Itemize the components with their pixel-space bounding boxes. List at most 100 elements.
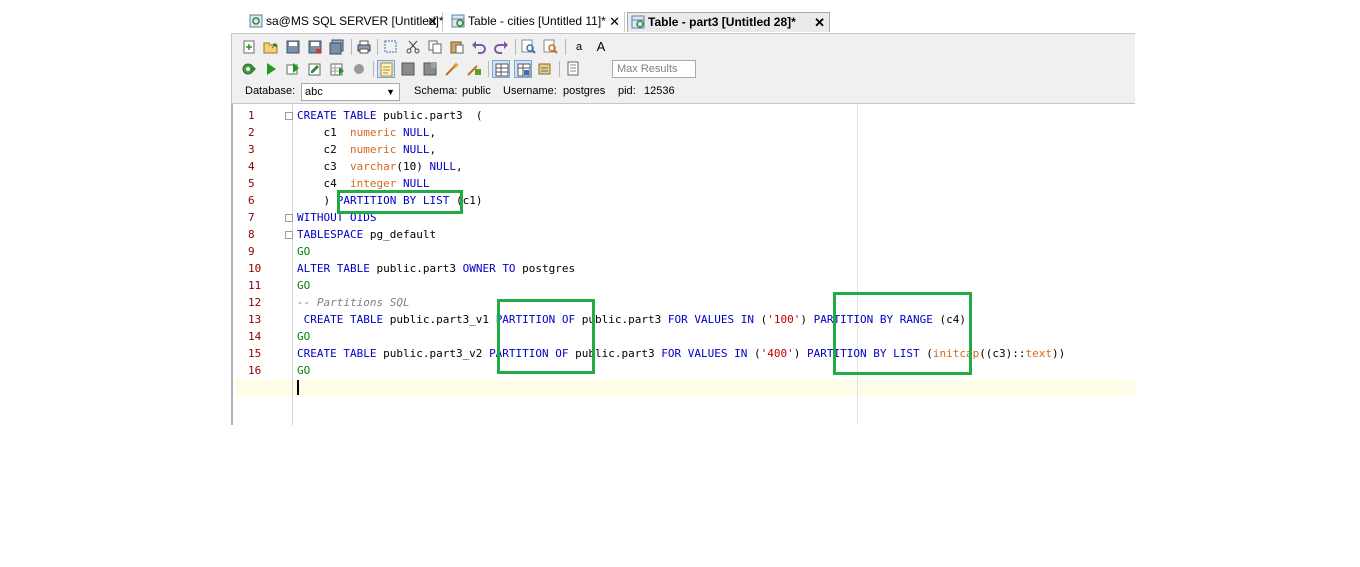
code-token: text [1025,347,1053,360]
code-token: , [429,143,437,156]
line-number: 13 [248,313,262,326]
comment-button[interactable] [465,60,483,78]
rollback-icon [423,62,437,76]
code-token: public.part3 [376,262,463,275]
code-token: NULL [402,126,430,139]
play-icon [267,63,276,75]
chevron-down-icon: ▼ [386,87,395,97]
tab-label: sa@MS SQL SERVER [Untitled]* [266,14,444,28]
open-file-button[interactable] [262,38,280,56]
line-number: 14 [248,330,262,343]
table-tab-icon [631,15,645,29]
database-label: Database: [245,85,296,97]
code-token: ) [793,347,807,360]
rollback-button[interactable] [421,60,439,78]
toolbar-separator [488,61,489,77]
code-token: , [455,160,463,173]
save-all-button[interactable] [328,38,346,56]
database-select[interactable]: abc ▼ [301,83,400,101]
pid-value: 12536 [644,85,675,97]
save-as-icon [308,40,322,54]
toolbar-separator [515,39,516,55]
execute-button[interactable] [262,60,280,78]
code-token: public.part3_v1 [389,313,496,326]
highlight-box-partition-by-list [337,190,463,214]
close-icon[interactable]: ✕ [427,12,438,31]
tab-table-part3[interactable]: Table - part3 [Untitled 28]* ✕ [627,12,830,32]
tab-bar: sa@MS SQL SERVER [Untitled]* ✕ Table - c… [231,0,1135,33]
undo-button[interactable] [470,38,488,56]
tab-table-cities[interactable]: Table - cities [Untitled 11]* ✕ [448,12,625,32]
tab-sql-server[interactable]: sa@MS SQL SERVER [Untitled]* ✕ [246,12,444,32]
grid-view-toggle[interactable] [492,60,510,78]
stop-button[interactable] [350,60,368,78]
code-token: TABLESPACE [297,228,364,241]
fold-toggle-icon[interactable] [285,231,293,239]
line-number: 16 [248,364,262,377]
font-smaller-button[interactable]: a [570,38,588,56]
line-number: 7 [248,211,255,224]
code-token: FOR VALUES IN [667,313,754,326]
undo-icon [472,41,486,54]
results-options-button[interactable] [564,60,582,78]
toolbar-separator [565,39,566,55]
line-number: 10 [248,262,262,275]
highlight-box-partition-by [833,292,972,375]
copy-icon [428,40,442,54]
line-number: 3 [248,143,255,156]
code-token: ( [753,313,768,326]
max-results-input[interactable]: Max Results [612,60,696,78]
copy-button[interactable] [426,38,444,56]
code-token: GO [297,279,311,292]
execute-step-button[interactable] [284,60,302,78]
code-token: NULL [402,143,430,156]
find-button[interactable] [520,38,538,56]
code-token: CREATE TABLE [297,313,390,326]
execute-grid-icon [330,63,344,76]
redo-icon [494,41,508,54]
paste-button[interactable] [448,38,466,56]
fold-toggle-icon[interactable] [285,214,293,222]
text-view-toggle[interactable] [514,60,532,78]
format-sql-button[interactable] [443,60,461,78]
select-all-button[interactable] [382,38,400,56]
redo-button[interactable] [492,38,510,56]
save-button[interactable] [284,38,302,56]
code-token: numeric [349,143,397,156]
results-panel-icon [380,62,393,77]
paste-icon [450,41,464,54]
new-file-icon [243,40,255,54]
execute-edit-icon [308,63,321,76]
print-icon [357,40,371,54]
execute-edit-button[interactable] [306,60,324,78]
code-line: GO [297,362,310,379]
code-token: ALTER TABLE [297,262,377,275]
execute-grid-button[interactable] [328,60,346,78]
code-token: -- Partitions SQL [297,296,410,309]
code-token: NULL [429,160,456,173]
commit-button[interactable] [399,60,417,78]
font-larger-button[interactable]: A [592,38,610,56]
export-button[interactable] [536,60,554,78]
line-number: 4 [248,160,255,173]
schema-label: Schema: [414,85,458,97]
replace-icon [543,39,558,54]
code-token: c2 [297,143,350,156]
execute-step-icon [286,63,299,75]
replace-button[interactable] [542,38,560,56]
sql-code-editor[interactable]: 1234567891011121314151617 CREATE TABLE p… [235,104,1135,425]
cut-button[interactable] [404,38,422,56]
stop-icon [354,64,364,74]
line-number: 12 [248,296,262,309]
results-panel-toggle[interactable] [377,60,395,78]
comment-icon [467,65,481,76]
print-button[interactable] [355,38,373,56]
close-icon[interactable]: ✕ [609,12,620,31]
toolbar-separator [559,61,560,77]
fold-toggle-icon[interactable] [285,112,293,120]
line-number: 1 [248,109,255,122]
close-icon[interactable]: ✕ [814,13,825,32]
new-file-button[interactable] [240,38,258,56]
save-as-button[interactable] [306,38,324,56]
execute-all-button[interactable] [240,60,258,78]
